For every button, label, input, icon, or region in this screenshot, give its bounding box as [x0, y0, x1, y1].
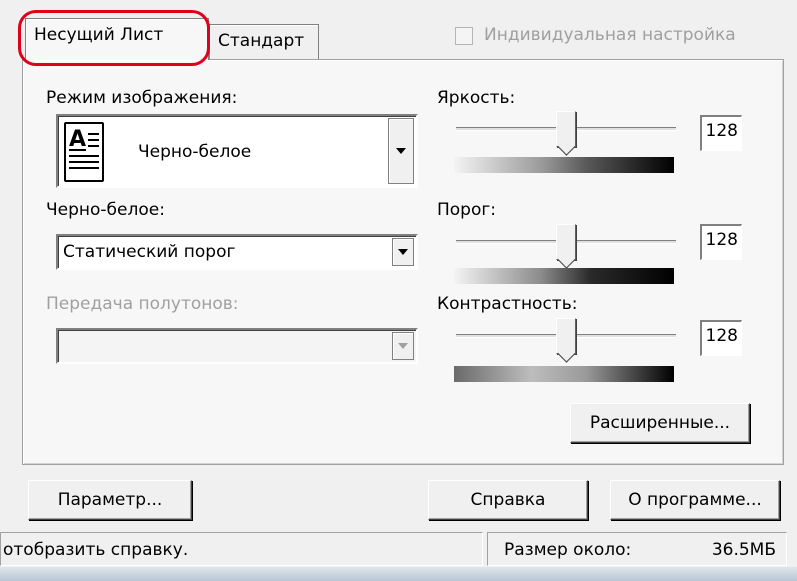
contrast-value: 128 — [705, 326, 738, 346]
taskbar-strip — [0, 567, 797, 581]
contrast-label: Контрастность: — [437, 294, 578, 314]
threshold-gradient-bar — [454, 268, 674, 284]
help-button-label: Справка — [470, 490, 546, 510]
individual-setting-label: Индивидуальная настройка — [484, 25, 736, 45]
help-button[interactable]: Справка — [428, 480, 588, 520]
brightness-value-field[interactable]: 128 — [700, 115, 742, 151]
bw-value: Статический порог — [63, 242, 236, 262]
brightness-value: 128 — [705, 121, 738, 141]
status-size-field: Размер около: 36.5МБ — [487, 532, 787, 566]
tab-carrier-sheet-label: Несущий Лист — [34, 25, 164, 45]
about-button[interactable]: О программе... — [610, 480, 780, 520]
parameter-button[interactable]: Параметр... — [28, 480, 192, 520]
image-mode-select[interactable]: A Черно-белое — [56, 114, 418, 188]
advanced-button[interactable]: Расширенные... — [570, 403, 750, 443]
bw-select[interactable]: Статический порог — [56, 234, 418, 270]
threshold-value: 128 — [705, 230, 738, 250]
tab-carrier-sheet[interactable]: Несущий Лист — [25, 18, 209, 60]
brightness-label: Яркость: — [437, 88, 516, 108]
contrast-gradient-bar — [454, 366, 674, 382]
bw-dropdown-button[interactable] — [392, 238, 414, 266]
tab-standard[interactable]: Стандарт — [209, 24, 319, 60]
chevron-down-icon — [396, 148, 406, 154]
halftone-label: Передача полутонов: — [46, 294, 239, 314]
parameter-button-label: Параметр... — [57, 490, 163, 510]
status-size-label: Размер около: — [504, 540, 632, 560]
image-mode-label: Режим изображения: — [46, 88, 238, 108]
halftone-dropdown-button[interactable] — [392, 332, 414, 360]
chevron-down-icon — [398, 249, 408, 255]
threshold-slider-thumb[interactable] — [556, 224, 577, 260]
status-size-value: 36.5МБ — [711, 540, 776, 560]
contrast-value-field[interactable]: 128 — [700, 320, 742, 356]
status-message-field: отобразить справку. — [0, 532, 483, 566]
image-mode-value: Черно-белое — [138, 142, 252, 162]
image-mode-dropdown-button[interactable] — [388, 118, 414, 184]
advanced-button-label: Расширенные... — [589, 413, 731, 433]
halftone-select[interactable] — [56, 328, 418, 364]
svg-text:A: A — [69, 127, 86, 152]
threshold-label: Порог: — [437, 200, 497, 220]
contrast-slider-thumb[interactable] — [556, 318, 577, 354]
brightness-gradient-bar — [454, 157, 674, 173]
brightness-slider-thumb[interactable] — [556, 111, 577, 147]
threshold-value-field[interactable]: 128 — [700, 224, 742, 260]
about-button-label: О программе... — [628, 490, 762, 510]
tab-standard-label: Стандарт — [218, 31, 305, 51]
individual-setting-checkbox[interactable] — [455, 27, 473, 45]
document-text-icon: A — [64, 122, 104, 182]
chevron-down-icon — [398, 343, 408, 349]
status-message: отобразить справку. — [3, 540, 189, 560]
bw-label: Черно-белое: — [46, 200, 165, 220]
